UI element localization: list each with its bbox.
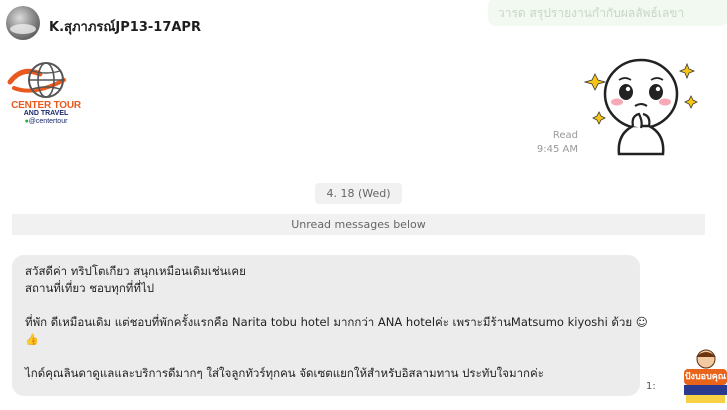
logo-handle: ●@centertour [24,118,68,125]
center-tour-logo[interactable]: CENTER TOUR AND TRAVEL ●@centertour [4,60,84,130]
message-line: ไกด์คุณลินดาดูแลและบริการดีมากๆ ใส่ใจลูก… [25,366,544,380]
unread-divider: Unread messages below [12,214,705,235]
logo-subtitle: AND TRAVEL [23,110,69,117]
message-time: 1: [646,381,656,392]
crying-face-sticker[interactable] [583,56,703,160]
chat-title[interactable]: K.สุภาภรณ์JP13-17APR [49,16,201,37]
date-separator: 4. 18 (Wed) [315,183,402,204]
read-time: 9:45 AM [536,144,578,155]
sticker-text: ปังบอบคุณ [684,372,727,382]
read-receipt: Read 9:45 AM [537,129,578,157]
message-line: ที่พัก ดีเหมือนเดิม แต่ชอบที่พักครั้งแรก… [25,315,648,329]
message-line: 👍 [25,331,628,348]
avatar[interactable] [6,6,40,40]
chat-header: K.สุภาภรณ์JP13-17APR [0,0,727,50]
message-bubble[interactable]: สวัสดีค่า ทริปโตเกียว สนุกเหมือนเดิมเช่น… [12,255,648,396]
message-line: สถานที่เที่ยว ชอบทุกที่ที่ไป [25,281,155,295]
message-line: สวัสดีค่า ทริปโตเกียว สนุกเหมือนเดิมเช่น… [25,264,246,278]
thank-you-sticker[interactable]: ปังบอบคุณ [684,349,727,410]
globe-logo-icon [7,62,66,98]
read-status: Read [552,130,578,141]
thumbs-up-icon: 👍 [25,333,39,346]
